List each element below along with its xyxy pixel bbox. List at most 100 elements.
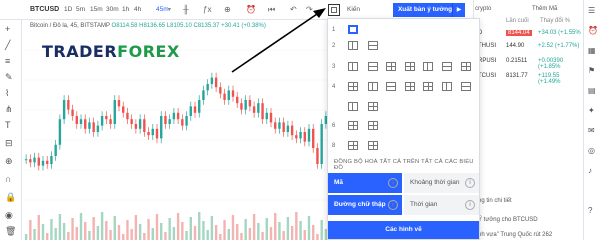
volume-bar: [286, 217, 290, 240]
news-header[interactable]: ng tin chi tiết: [478, 198, 512, 204]
measure-icon[interactable]: ⊟: [5, 138, 13, 149]
watchlist-search[interactable]: crypto: [475, 6, 521, 16]
layout-4-f[interactable]: [442, 82, 452, 91]
layout-3-e[interactable]: [423, 62, 433, 71]
watch-row[interactable]: RPUSI 0.21511 +0.00390 (+1.85%: [478, 58, 583, 70]
layout-name[interactable]: Kiến: [347, 6, 360, 13]
eye-icon[interactable]: ◉: [5, 210, 13, 221]
tf-15m[interactable]: 15m: [90, 6, 103, 13]
layout-4-e[interactable]: [423, 82, 433, 91]
layout-3-f[interactable]: [442, 62, 452, 71]
candle-body: [307, 128, 311, 142]
layout-2-horizontal[interactable]: [368, 41, 378, 50]
fib-icon[interactable]: ⋔: [5, 104, 13, 115]
price-chart[interactable]: [24, 30, 328, 240]
text-icon[interactable]: T: [5, 120, 11, 130]
symbol-search[interactable]: BTCUSD: [30, 6, 59, 13]
sync-interval-toggle[interactable]: Khoảng thời gian i: [404, 173, 479, 193]
layout-2-vertical[interactable]: [348, 41, 358, 50]
volume-bar: [160, 223, 163, 240]
data-window-icon[interactable]: ▦: [588, 46, 596, 55]
sync-time-toggle[interactable]: Thời gian i: [404, 195, 479, 215]
ideas-link[interactable]: Ý tưởng cho BTCUSD: [478, 217, 538, 223]
layout-6-b[interactable]: [368, 121, 378, 130]
layout-3-b[interactable]: [368, 62, 378, 71]
zoom-icon[interactable]: ⊕: [5, 156, 13, 167]
tf-5m[interactable]: 5m: [76, 6, 85, 13]
tf-1[interactable]: 1D: [64, 6, 72, 13]
indicators-icon[interactable]: ƒx: [203, 5, 211, 14]
volume-bar: [193, 226, 197, 240]
chevron-down-icon[interactable]: ▾: [168, 6, 171, 13]
layout-4-d[interactable]: [405, 82, 415, 91]
watch-row[interactable]: D 8144.04 +34.03 (+1.55%: [478, 30, 583, 42]
news-headline[interactable]: nh vựa" Trung Quốc rút 262: [478, 232, 552, 238]
layout-4-c[interactable]: [386, 82, 396, 91]
add-symbol-tab[interactable]: Thêm Mã: [532, 6, 557, 12]
magnet-icon[interactable]: ∩: [5, 174, 11, 184]
trendline-icon[interactable]: ╱: [5, 40, 10, 51]
channel-icon[interactable]: ≡: [5, 56, 10, 66]
candle-body: [54, 144, 57, 156]
layout-button[interactable]: [328, 4, 340, 16]
hotlist-icon[interactable]: ⚑: [588, 66, 595, 75]
layout-3-a[interactable]: [348, 62, 358, 71]
crosshair-icon[interactable]: +: [5, 24, 10, 34]
chat-icon[interactable]: ✉: [588, 126, 595, 135]
alerts-icon[interactable]: ⏰: [588, 26, 598, 35]
play-icon[interactable]: ▶: [452, 3, 465, 17]
row-last: 0.21511: [506, 58, 528, 64]
volume-bar: [223, 220, 226, 240]
help-icon[interactable]: ?: [588, 206, 592, 215]
layout-4-g[interactable]: [461, 82, 471, 91]
watchlist-icon[interactable]: ☰: [588, 6, 595, 15]
layout-4-a[interactable]: [348, 82, 358, 91]
replay-icon[interactable]: ⏮: [268, 5, 275, 15]
candle-body: [172, 112, 176, 120]
sync-drawings-button[interactable]: Các hình vẽ: [328, 221, 479, 239]
layout-3-c[interactable]: [386, 62, 396, 71]
candle-body: [231, 90, 235, 97]
notifications-icon[interactable]: ♪: [588, 166, 592, 175]
layout-3-d[interactable]: [405, 62, 415, 71]
sync-crosshair-toggle[interactable]: Đường chữ thập i: [328, 195, 402, 215]
trash-icon[interactable]: 🗑: [5, 226, 16, 237]
layout-4-h[interactable]: [348, 102, 358, 111]
watch-row[interactable]: THUSI 144.90 +2.52 (+1.77%): [478, 43, 583, 55]
ideas-icon[interactable]: ✦: [588, 106, 595, 115]
undo-icon[interactable]: ↶: [290, 5, 297, 14]
calendar-icon[interactable]: ▤: [588, 86, 596, 95]
candle-body: [290, 125, 294, 136]
sync-symbol-toggle[interactable]: Mã i: [328, 173, 402, 193]
volume-bar: [41, 224, 45, 240]
pattern-icon[interactable]: ⌇: [5, 88, 9, 99]
compare-icon[interactable]: ⊕: [224, 5, 231, 14]
layout-4-i[interactable]: [368, 102, 378, 111]
layout-8-b[interactable]: [368, 141, 378, 150]
tf-4h[interactable]: 4h: [134, 6, 141, 13]
layout-8-a[interactable]: [348, 141, 358, 150]
volume-bar: [240, 233, 243, 240]
info-icon[interactable]: i: [388, 178, 398, 188]
layout-4-b[interactable]: [368, 82, 378, 91]
option-label: Mã: [334, 179, 344, 186]
publish-idea-button[interactable]: Xuất bản ý tưởng: [393, 3, 457, 17]
info-icon[interactable]: i: [465, 200, 475, 210]
chart-type-icon[interactable]: ╫: [183, 5, 189, 14]
layout-1-single[interactable]: [348, 25, 358, 34]
info-icon[interactable]: i: [465, 178, 475, 188]
layout-6-a[interactable]: [348, 121, 358, 130]
streams-icon[interactable]: ◎: [588, 146, 595, 155]
tf-30m[interactable]: 30m: [106, 6, 119, 13]
layout-3-g[interactable]: [461, 62, 471, 71]
volume-bar: [164, 232, 167, 240]
alert-icon[interactable]: ⏰: [246, 5, 256, 14]
info-icon[interactable]: i: [388, 200, 398, 210]
redo-icon[interactable]: ↷: [306, 5, 313, 14]
tf-active[interactable]: 45m: [156, 6, 169, 13]
tf-1h[interactable]: 1h: [122, 6, 129, 13]
watch-row[interactable]: TCUSI 8131.77 +119.55 (+1.49%: [478, 73, 583, 85]
layout-icon: [331, 7, 337, 13]
lock-icon[interactable]: 🔒: [5, 192, 16, 203]
brush-icon[interactable]: ✎: [5, 72, 13, 83]
